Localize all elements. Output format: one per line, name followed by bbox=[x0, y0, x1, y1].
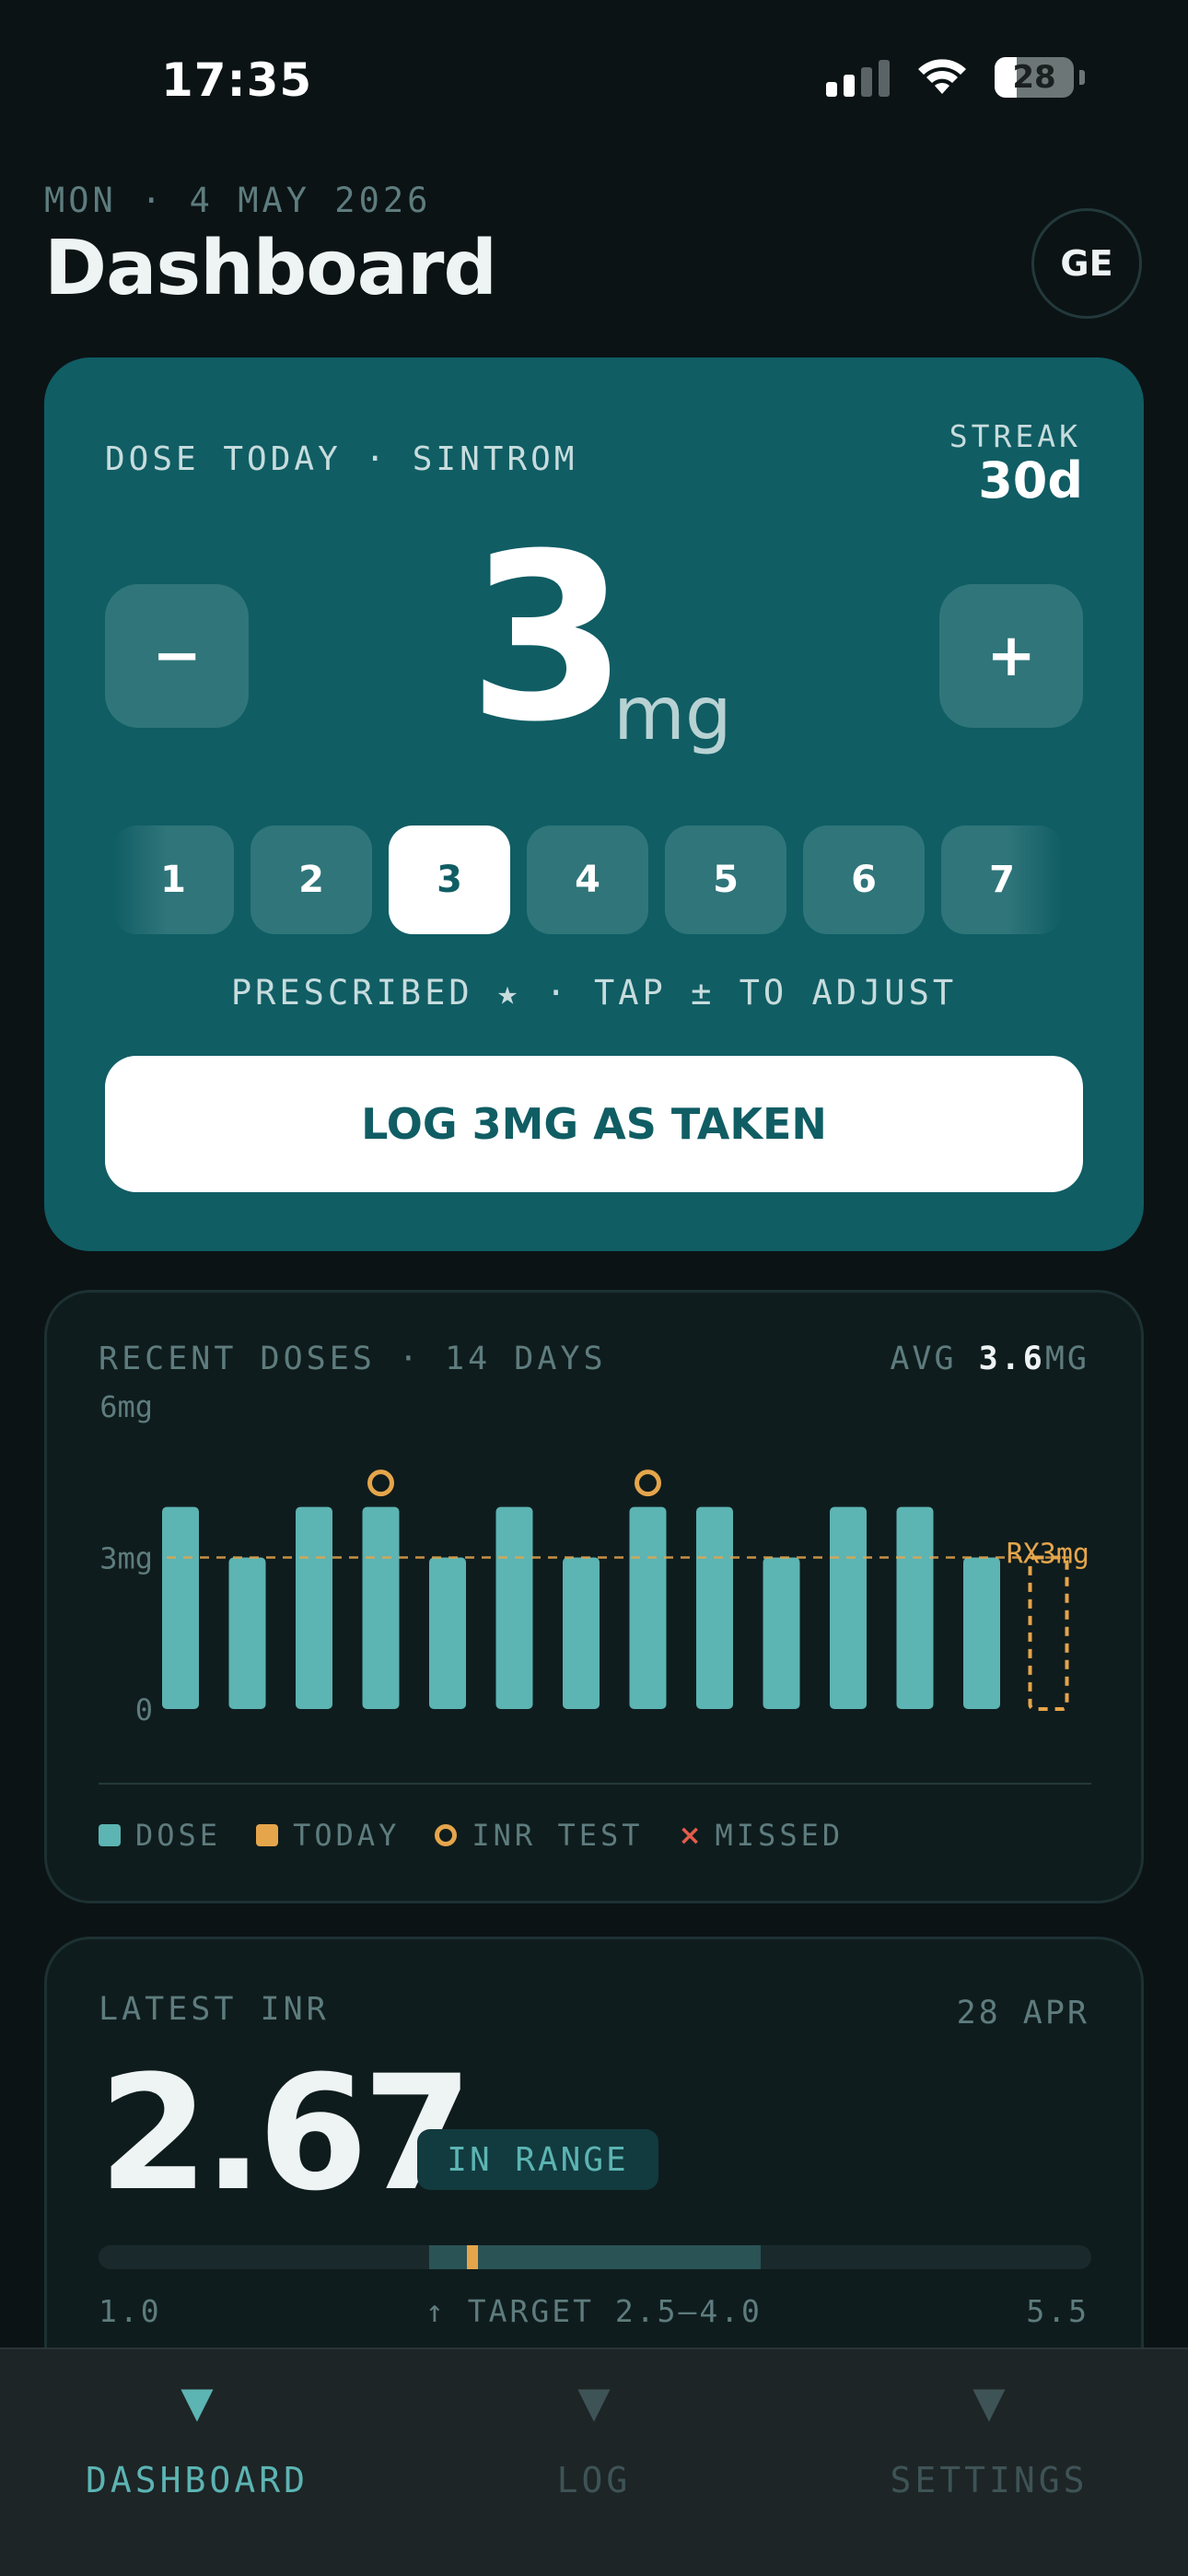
dose-bar bbox=[362, 1506, 400, 1709]
dose-bar bbox=[429, 1557, 466, 1709]
dose-option[interactable]: 7 bbox=[941, 825, 1063, 934]
triangle-down-icon: ▼ bbox=[181, 2377, 214, 2427]
inr-value: 2.67 bbox=[99, 2041, 472, 2226]
tab-dashboard-label: DASHBOARD bbox=[86, 2460, 309, 2500]
reference-line-label: RX3mg bbox=[1007, 1539, 1089, 1571]
tab-settings[interactable]: ▼ SETTINGS bbox=[823, 2381, 1155, 2500]
inr-date: 28 APR bbox=[956, 1995, 1089, 2032]
dose-option-row: 1 2 3 4 5 6 7 bbox=[112, 825, 1063, 934]
legend-inr-swatch bbox=[435, 1824, 458, 1846]
dose-option[interactable]: 1 bbox=[112, 825, 234, 934]
decrease-dose-button[interactable]: − bbox=[105, 584, 249, 728]
dose-option-selected[interactable]: 3 bbox=[389, 825, 510, 934]
battery-icon: 28 bbox=[995, 57, 1074, 98]
legend-dose: DOSE bbox=[99, 1818, 221, 1853]
inr-range-track bbox=[99, 2245, 1091, 2269]
tab-log[interactable]: ▼ LOG bbox=[428, 2381, 760, 2500]
dose-option[interactable]: 5 bbox=[665, 825, 786, 934]
today-bar bbox=[1028, 1555, 1069, 1711]
dose-bar bbox=[495, 1506, 533, 1709]
battery-level: 28 bbox=[1012, 59, 1056, 96]
inr-status-badge: IN RANGE bbox=[417, 2129, 658, 2190]
dose-bar bbox=[228, 1557, 266, 1709]
tab-log-label: LOG bbox=[556, 2460, 632, 2500]
dose-card: DOSE TODAY · SINTROM STREAK 30d − 3 mg +… bbox=[44, 357, 1144, 1251]
dose-bar-chart: 0 3mg 6mg RX3mg bbox=[99, 1389, 1089, 1727]
status-icons: 28 bbox=[826, 57, 1085, 98]
dose-option[interactable]: 2 bbox=[250, 825, 372, 934]
y-tick-label: 6mg bbox=[99, 1389, 153, 1424]
dose-bar bbox=[830, 1506, 867, 1709]
dose-card-title: DOSE TODAY · SINTROM bbox=[105, 440, 578, 478]
status-time: 17:35 bbox=[161, 53, 313, 107]
y-tick-label: 3mg bbox=[99, 1541, 153, 1576]
latest-inr-label: LATEST INR bbox=[99, 1991, 330, 2028]
inr-test-marker bbox=[367, 1469, 394, 1497]
dose-bar bbox=[896, 1506, 934, 1709]
tab-dashboard[interactable]: ▼ DASHBOARD bbox=[31, 2381, 363, 2500]
dose-bar bbox=[629, 1506, 667, 1709]
streak-label: STREAK bbox=[949, 418, 1081, 454]
dose-unit: mg bbox=[613, 671, 732, 756]
header-date: MON · 4 MAY 2026 bbox=[44, 181, 432, 220]
dose-value: 3 bbox=[468, 504, 628, 772]
dose-hint: PRESCRIBED ★ · TAP ± TO ADJUST bbox=[230, 973, 958, 1013]
triangle-down-icon: ▼ bbox=[577, 2377, 611, 2427]
dose-option[interactable]: 4 bbox=[527, 825, 648, 934]
recent-doses-card: RECENT DOSES · 14 DAYS AVG 3.6MG 0 3mg 6mg… bbox=[44, 1290, 1144, 1903]
inr-target-label: ↑ TARGET 2.5–4.0 bbox=[425, 2293, 763, 2329]
inr-target-range bbox=[429, 2245, 761, 2269]
dose-bar bbox=[763, 1557, 800, 1709]
legend-inr-test: INR TEST bbox=[435, 1818, 643, 1853]
inr-scale-max: 5.5 bbox=[1026, 2293, 1089, 2329]
legend-dose-swatch bbox=[99, 1824, 121, 1846]
chart-legend: DOSE TODAY INR TEST × MISSED bbox=[99, 1818, 844, 1853]
log-dose-button[interactable]: LOG 3MG AS TAKEN bbox=[105, 1056, 1083, 1192]
missed-x-icon: × bbox=[678, 1819, 705, 1852]
dose-option[interactable]: 6 bbox=[803, 825, 925, 934]
legend-missed: × MISSED bbox=[678, 1818, 844, 1853]
y-tick-label: 0 bbox=[135, 1692, 153, 1727]
legend-today-swatch bbox=[256, 1824, 279, 1846]
legend-today: TODAY bbox=[256, 1818, 400, 1853]
dose-bar bbox=[162, 1506, 199, 1709]
cellular-signal-icon bbox=[826, 58, 890, 97]
dose-bar bbox=[296, 1506, 332, 1709]
triangle-down-icon: ▼ bbox=[973, 2377, 1006, 2427]
dose-bar bbox=[963, 1557, 1000, 1709]
increase-dose-button[interactable]: + bbox=[939, 584, 1083, 728]
tab-settings-label: SETTINGS bbox=[890, 2460, 1089, 2500]
dose-bar bbox=[696, 1506, 733, 1709]
tab-bar: ▼ DASHBOARD ▼ LOG ▼ SETTINGS bbox=[0, 2348, 1188, 2576]
inr-test-marker bbox=[635, 1469, 661, 1497]
chart-divider bbox=[99, 1783, 1091, 1785]
avatar[interactable]: GE bbox=[1031, 208, 1142, 319]
page-title: Dashboard bbox=[44, 225, 497, 312]
inr-current-marker bbox=[467, 2245, 479, 2269]
streak-value: 30d bbox=[978, 451, 1083, 509]
dose-bar bbox=[563, 1557, 600, 1709]
wifi-icon bbox=[918, 59, 966, 94]
